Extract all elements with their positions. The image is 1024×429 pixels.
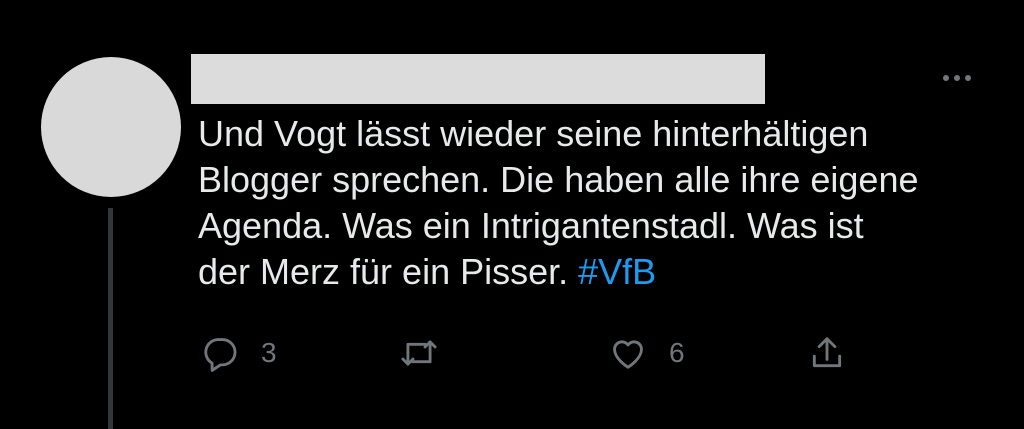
tweet[interactable]: Und Vogt lässt wieder seine hinterhältig… (0, 0, 1024, 429)
tweet-text-line: Blogger sprechen. Die haben alle ihre ei… (198, 159, 919, 200)
hashtag-link[interactable]: #VfB (578, 251, 656, 292)
like-count: 6 (669, 337, 685, 368)
more-horizontal-icon (943, 75, 949, 81)
tweet-text-line: Und Vogt lässt wieder seine hinterhältig… (198, 113, 869, 154)
avatar[interactable] (41, 57, 181, 197)
like-button[interactable]: 6 (609, 333, 685, 373)
tweet-text: Und Vogt lässt wieder seine hinterhältig… (198, 111, 998, 295)
retweet-button[interactable] (400, 333, 460, 373)
reply-button[interactable]: 3 (201, 333, 277, 373)
author-name-redacted (191, 54, 765, 104)
heart-icon (609, 334, 647, 372)
share-upload-icon (808, 334, 846, 372)
more-horizontal-icon-dot (965, 75, 971, 81)
tweet-text-line: Agenda. Was ein Intrigantenstadl. Was is… (198, 205, 864, 246)
retweet-icon (400, 334, 438, 372)
more-options-button[interactable] (934, 64, 980, 92)
more-horizontal-icon-dot (954, 75, 960, 81)
tweet-text-line: der Merz für ein Pisser. (198, 251, 579, 292)
reply-count: 3 (261, 337, 277, 368)
reply-bubble-icon (201, 334, 239, 372)
thread-line (108, 208, 113, 429)
share-button[interactable] (808, 333, 846, 373)
